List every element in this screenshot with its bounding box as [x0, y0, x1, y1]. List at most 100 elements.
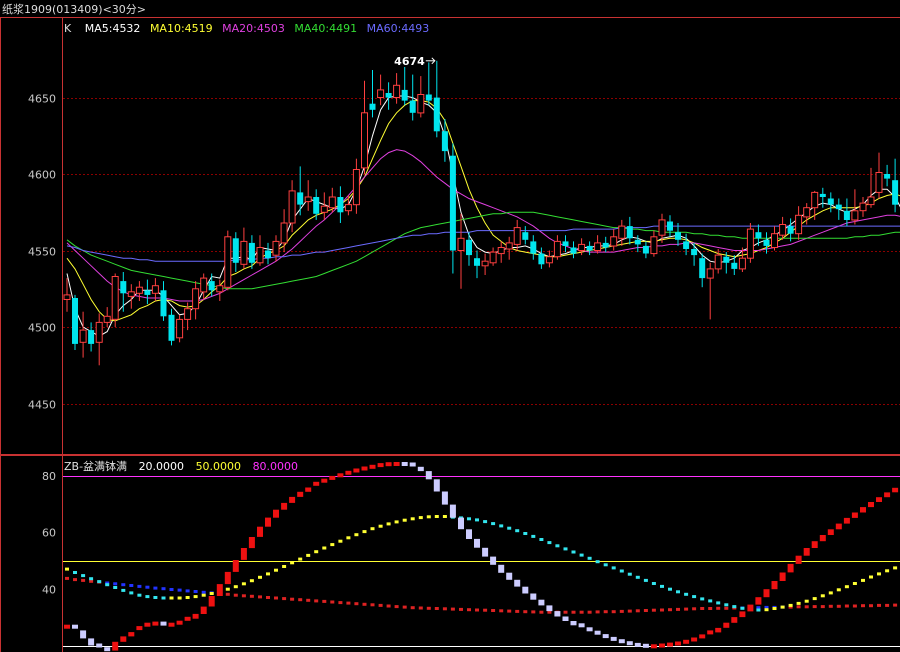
candle	[795, 206, 803, 240]
candle-body	[369, 103, 376, 110]
candle-body	[457, 237, 465, 252]
indicator-main-bar	[771, 581, 778, 590]
candle-body	[265, 250, 271, 259]
legend-ma60: MA60:4493	[367, 22, 430, 35]
indicator-slow-point	[716, 601, 721, 605]
indicator-slow-point	[113, 586, 118, 589]
candle-body	[771, 233, 778, 248]
indicator-slow-point	[338, 539, 343, 543]
indicator-main-bar	[192, 613, 199, 619]
y-tick-4600: 4600	[28, 169, 56, 182]
candle	[200, 273, 208, 300]
candle	[642, 241, 649, 259]
indicator-y-tick-80: 80	[42, 470, 56, 483]
indicator-main-bar	[417, 466, 424, 472]
candle-body	[650, 236, 658, 255]
indicator-slow-point	[587, 556, 592, 560]
candles[interactable]	[63, 60, 900, 366]
candle-body	[795, 214, 803, 235]
indicator-base-point	[81, 578, 86, 582]
candle-body	[433, 97, 440, 132]
candle	[337, 186, 344, 223]
indicator-main-bar	[200, 606, 207, 614]
indicator-main-bar	[835, 523, 842, 530]
indicator-main-bar	[892, 487, 899, 493]
candle-body	[513, 227, 521, 245]
candle	[120, 272, 127, 312]
candle-body	[401, 89, 408, 101]
indicator-main-bar	[578, 623, 585, 628]
candle-body	[489, 251, 497, 264]
indicator-y-tick-40: 40	[42, 584, 56, 597]
indicator-main-bar	[168, 622, 175, 627]
candle	[731, 255, 738, 275]
indicator-reference-lines	[63, 476, 900, 647]
candle	[497, 241, 505, 263]
indicator-base-point	[877, 603, 881, 607]
candle-body	[610, 236, 618, 247]
indicator-base-point	[129, 584, 134, 587]
candle-body	[538, 253, 545, 265]
candle-body	[714, 254, 722, 270]
indicator-slow-point	[97, 580, 102, 584]
indicator-slow-point	[306, 553, 311, 557]
ma-lines	[66, 95, 900, 337]
candle	[755, 224, 762, 246]
candle	[562, 235, 569, 253]
indicator-base-point	[499, 609, 504, 613]
candle	[393, 73, 401, 104]
indicator-slow-point	[418, 516, 423, 520]
indicator-main-bar	[80, 630, 87, 639]
indicator-slow-point	[225, 587, 230, 591]
candle-body	[819, 193, 826, 197]
candle	[320, 192, 328, 220]
candle	[361, 80, 368, 174]
indicator-main-bar	[184, 616, 191, 621]
candle-body	[586, 245, 593, 251]
candle-body	[530, 241, 537, 254]
candle-body	[88, 330, 95, 344]
chart-area[interactable]: 4450 4500 4550 4600 4650 4674 40 60 80 K MA5:4…	[0, 0, 900, 652]
indicator-base-point	[515, 609, 520, 613]
candle-body	[304, 196, 312, 203]
candle	[699, 253, 706, 288]
indicator-main-bar	[868, 502, 874, 508]
candle-body	[200, 277, 208, 293]
indicator-slow-point	[635, 575, 640, 579]
indicator-slow-point	[370, 527, 375, 531]
indicator-slow-point	[442, 515, 447, 518]
candle-body	[779, 224, 787, 236]
candle-body	[208, 281, 215, 291]
indicator-main-bar	[208, 596, 215, 607]
indicator-base-point	[595, 610, 600, 614]
indicator-base-point	[852, 604, 857, 608]
candle	[602, 236, 609, 253]
candle	[297, 166, 304, 216]
candle-body	[79, 329, 87, 343]
candle-body	[425, 94, 432, 101]
indicator-slow-point	[282, 565, 287, 568]
candle-body	[466, 239, 472, 256]
legend-ma5: MA5:4532	[85, 22, 141, 35]
indicator-main-bar	[321, 478, 328, 483]
indicator-slow-point	[579, 553, 584, 557]
candle-body	[738, 257, 746, 270]
indicator-slow-point	[89, 577, 94, 581]
candle-body	[843, 210, 850, 220]
candle	[481, 253, 489, 275]
indicator-slow-point	[81, 574, 86, 578]
indicator-slow-point	[105, 583, 110, 587]
indicator-base-point	[145, 585, 150, 589]
indicator-slow-point	[209, 592, 214, 595]
indicator-base-point	[225, 592, 230, 596]
indicator-slow-point	[820, 594, 825, 598]
indicator-base-point	[322, 599, 327, 603]
candle-body	[892, 180, 899, 205]
indicator-main-bar	[409, 462, 416, 467]
indicator-slow-point	[193, 595, 198, 599]
indicator-base-point	[619, 609, 624, 613]
indicator-slow-point	[410, 517, 415, 521]
candle	[859, 197, 867, 217]
indicator-slow-point	[764, 608, 769, 612]
candle-body	[272, 240, 280, 256]
